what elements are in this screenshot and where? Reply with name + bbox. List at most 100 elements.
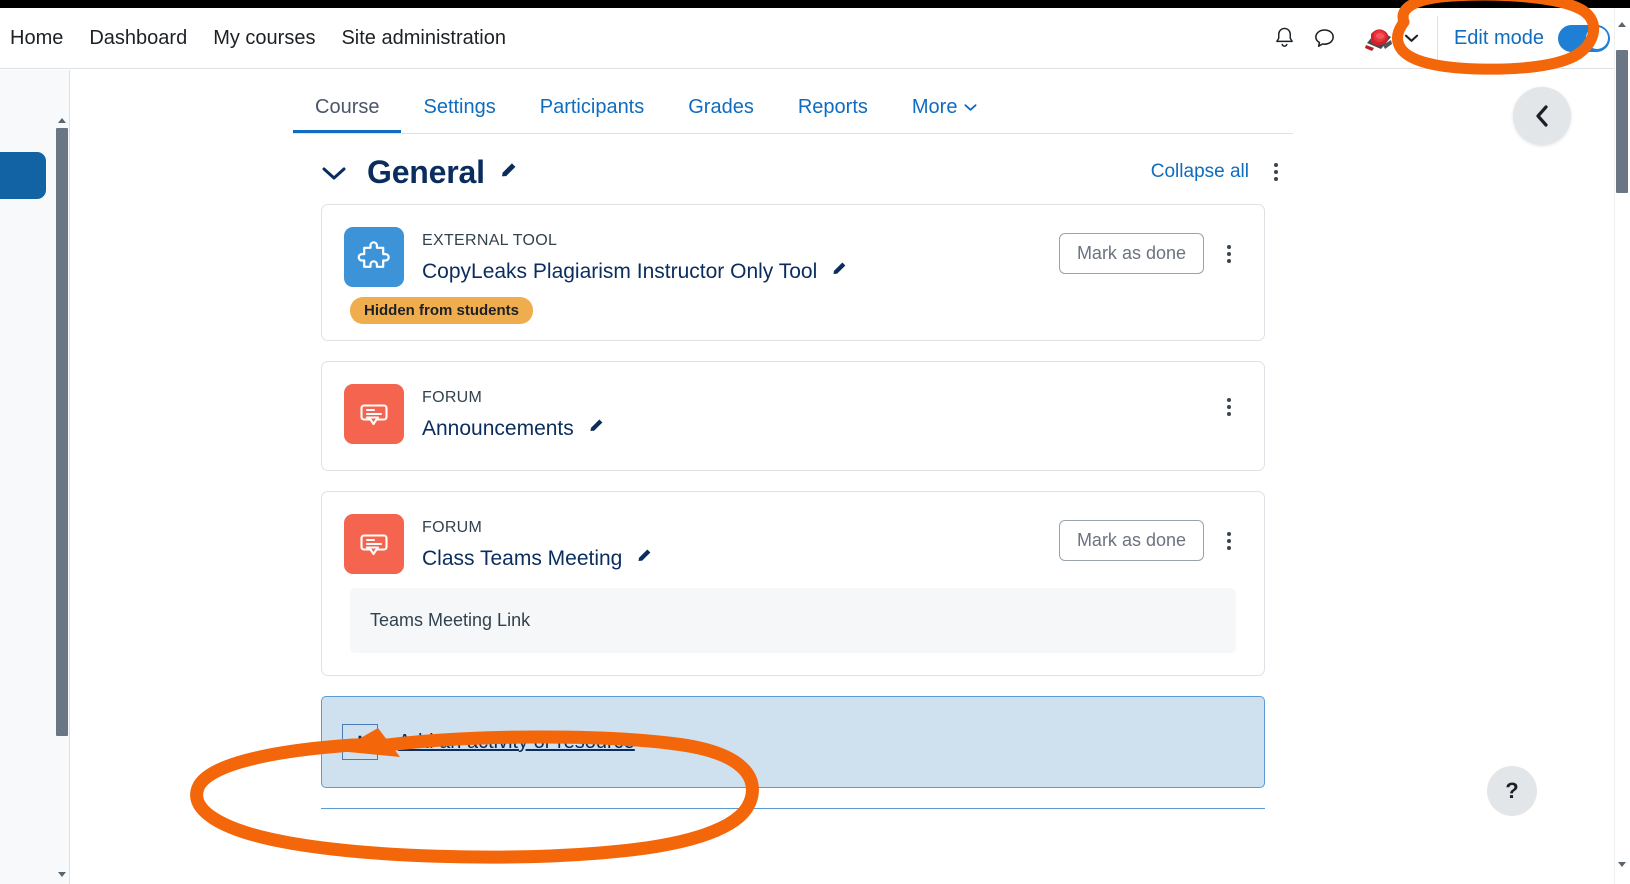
course-content: General Collapse all EXTERNAL TOOL CopyL… (293, 140, 1293, 848)
kebab-dot (1227, 531, 1231, 536)
activity-row: FORUM Class Teams Meeting Mark as done (322, 492, 1264, 582)
block-drawer-toggle-button[interactable] (1513, 87, 1571, 145)
nav-item-site-administration[interactable]: Site administration (341, 28, 506, 48)
activity-description: Teams Meeting Link (350, 588, 1236, 653)
activity-actions: Mark as done (1058, 227, 1246, 274)
activity-rename-pencil-icon[interactable] (635, 545, 654, 572)
plus-icon[interactable]: + (342, 724, 378, 760)
activity-text: EXTERNAL TOOL CopyLeaks Plagiarism Instr… (422, 227, 849, 285)
edit-mode-label: Edit mode (1453, 26, 1544, 49)
tab-settings[interactable]: Settings (401, 96, 517, 133)
activity-row: FORUM Announcements (322, 362, 1264, 452)
activity-row: EXTERNAL TOOL CopyLeaks Plagiarism Instr… (322, 205, 1264, 295)
activity-three-dot-menu-icon[interactable] (1212, 237, 1246, 271)
drawer-open-button[interactable] (0, 152, 46, 199)
kebab-dot (1227, 258, 1231, 263)
activity-name-link[interactable]: Class Teams Meeting (422, 545, 654, 572)
tab-grades[interactable]: Grades (666, 96, 776, 133)
forum-bubble-icon (344, 514, 404, 574)
section-header-general: General Collapse all (293, 140, 1293, 204)
activity-text: FORUM Class Teams Meeting (422, 514, 654, 572)
activity-kind-label: FORUM (422, 389, 483, 406)
activity-actions: Mark as done (1058, 514, 1246, 561)
tab-more-label: More (911, 96, 958, 118)
browser-scrollbar-thumb[interactable] (1616, 50, 1628, 193)
chevron-left-icon (1536, 105, 1548, 127)
user-avatar[interactable] (1361, 23, 1395, 53)
nav-item-dashboard[interactable]: Dashboard (89, 28, 187, 48)
nav-item-my-courses[interactable]: My courses (213, 28, 315, 48)
edit-mode-toggle[interactable] (1558, 24, 1610, 52)
activity-actions (1212, 384, 1246, 424)
kebab-dot (1274, 163, 1278, 167)
activity-name-link[interactable]: CopyLeaks Plagiarism Instructor Only Too… (422, 258, 849, 285)
tab-participants[interactable]: Participants (518, 96, 667, 133)
activity-card-announcements[interactable]: FORUM Announcements (321, 361, 1265, 471)
activity-kind-label: EXTERNAL TOOL (422, 232, 558, 249)
mark-as-done-button[interactable]: Mark as done (1058, 520, 1204, 561)
tab-reports[interactable]: Reports (776, 96, 890, 133)
activity-three-dot-menu-icon[interactable] (1212, 524, 1246, 558)
primary-navbar: Home Dashboard My courses Site administr… (0, 8, 1630, 69)
forum-bubble-icon (344, 384, 404, 444)
tab-course-label: Course (315, 96, 380, 118)
kebab-dot (1227, 412, 1231, 416)
help-button[interactable]: ? (1487, 766, 1537, 816)
kebab-dot (1227, 405, 1231, 409)
toggle-knob (1585, 27, 1608, 49)
kebab-dot (1227, 538, 1231, 543)
collapse-all-link[interactable]: Collapse all (1151, 161, 1249, 183)
section-edit-pencil-icon[interactable] (498, 159, 520, 186)
section-three-dot-menu-icon[interactable] (1259, 155, 1293, 189)
drawer-scrollbar-thumb[interactable] (56, 128, 68, 736)
activity-text: FORUM Announcements (422, 384, 606, 442)
edit-mode-control[interactable]: Edit mode (1453, 24, 1610, 52)
user-menu-chevron-down-icon[interactable] (1399, 18, 1425, 58)
puzzle-piece-icon (344, 227, 404, 287)
mark-as-done-button[interactable]: Mark as done (1058, 233, 1204, 274)
course-tab-bar: Course Settings Participants Grades Repo… (293, 78, 1293, 134)
kebab-dot (1227, 244, 1231, 249)
add-activity-or-resource-link[interactable]: Add an activity or resource (398, 731, 635, 754)
kebab-dot (1274, 170, 1278, 174)
section-header-actions: Collapse all (1151, 155, 1293, 189)
tab-more[interactable]: More (890, 96, 1000, 133)
primary-nav-links: Home Dashboard My courses Site administr… (10, 28, 506, 48)
tab-more-chevron-down-icon (964, 104, 977, 111)
kebab-dot (1274, 177, 1278, 181)
activity-name-link[interactable]: Announcements (422, 415, 606, 442)
messages-speech-bubble-icon[interactable] (1305, 18, 1345, 58)
activity-card-external-tool[interactable]: EXTERNAL TOOL CopyLeaks Plagiarism Instr… (321, 204, 1265, 341)
kebab-dot (1227, 398, 1231, 402)
browser-top-strip (0, 0, 1630, 8)
tab-settings-label: Settings (423, 96, 496, 118)
section-collapse-chevron-down-icon[interactable] (321, 159, 347, 185)
add-activity-or-resource-strip[interactable]: + Add an activity or resource (321, 696, 1265, 788)
activity-rename-pencil-icon[interactable] (587, 415, 606, 442)
navbar-divider (1436, 15, 1438, 61)
activity-rename-pencil-icon[interactable] (830, 258, 849, 285)
tab-reports-label: Reports (797, 96, 868, 118)
activity-three-dot-menu-icon[interactable] (1212, 390, 1246, 424)
nav-item-home[interactable]: Home (10, 28, 63, 48)
navbar-right-group: Edit mode (1265, 8, 1630, 68)
activity-kind-label: FORUM (422, 519, 483, 536)
section-title: General (367, 153, 485, 190)
kebab-dot (1227, 251, 1231, 256)
activity-card-class-teams-meeting[interactable]: FORUM Class Teams Meeting Mark as done T… (321, 491, 1265, 676)
drawer-scroll-down-arrow[interactable] (58, 872, 66, 877)
card-spacer (322, 452, 1264, 470)
tab-grades-label: Grades (688, 96, 754, 118)
tab-participants-label: Participants (539, 96, 645, 118)
activity-name-text: CopyLeaks Plagiarism Instructor Only Too… (422, 259, 818, 283)
activity-name-text: Class Teams Meeting (422, 546, 623, 570)
browser-scroll-up-arrow[interactable] (1618, 22, 1626, 27)
next-section-divider (321, 808, 1265, 848)
browser-scroll-down-arrow[interactable] (1618, 862, 1626, 867)
notifications-bell-icon[interactable] (1265, 18, 1305, 58)
tab-course[interactable]: Course (293, 96, 402, 133)
status-badge-hidden-from-students: Hidden from students (350, 297, 534, 324)
activity-name-text: Announcements (422, 416, 574, 440)
kebab-dot (1227, 545, 1231, 550)
drawer-scroll-up-arrow[interactable] (58, 118, 66, 123)
